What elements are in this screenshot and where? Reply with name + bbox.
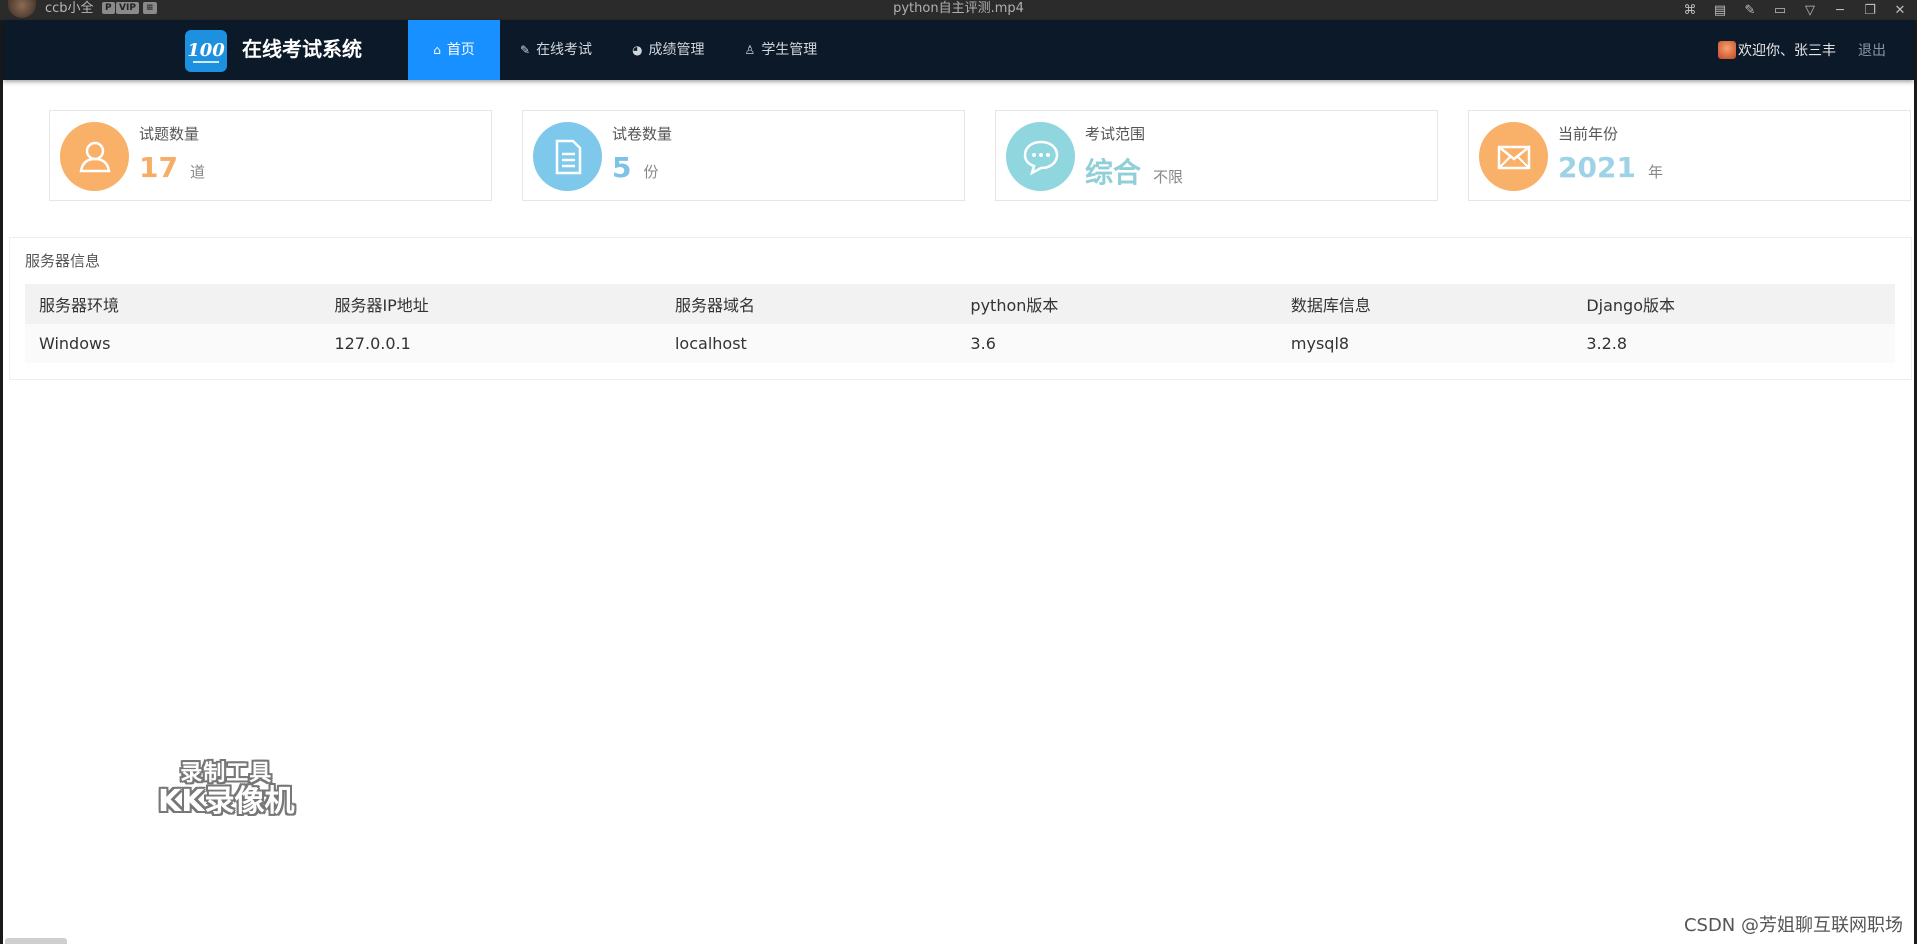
logout-link[interactable]: 退出 [1858, 40, 1886, 60]
stat-card-year: 当前年份 2021 年 [1468, 110, 1911, 201]
stat-card-scope: 考试范围 综合 不限 [995, 110, 1438, 201]
nav-item-students[interactable]: ♙ 学生管理 [725, 20, 838, 80]
stat-card-papers: 试卷数量 5 份 [522, 110, 965, 201]
brand-title: 在线考试系统 [242, 37, 362, 61]
gamepad-icon[interactable]: ⌘ [1683, 3, 1697, 18]
table-cell: localhost [660, 324, 957, 363]
edit-icon: ✎ [520, 43, 531, 57]
window-icon[interactable]: ▭ [1773, 3, 1787, 18]
minimize-icon[interactable]: ─ [1833, 3, 1847, 18]
nav-item-label: 首页 [446, 42, 475, 58]
user-icon: ♙ [744, 43, 756, 57]
panel-title: 服务器信息 [25, 252, 101, 270]
document-icon [533, 122, 602, 191]
dropdown-icon[interactable]: ▽ [1803, 3, 1817, 18]
table-cell: 3.2.8 [1572, 324, 1895, 363]
home-icon: ⌂ [433, 43, 441, 57]
stat-value: 2021 [1558, 151, 1636, 184]
watermark-line2: KK录像机 [158, 784, 295, 819]
stat-label: 当前年份 [1558, 125, 1619, 143]
player-controls: ⌘ ▤ ✎ ▭ ▽ ─ ❐ ✕ [1683, 0, 1907, 20]
stat-label: 试卷数量 [612, 125, 673, 143]
stat-label: 试题数量 [139, 125, 200, 143]
stat-value: 综合 [1085, 156, 1142, 189]
stat-value: 5 [612, 151, 632, 184]
table-cell: 127.0.0.1 [320, 324, 661, 363]
column-header: 服务器域名 [660, 284, 957, 324]
nav-item-grades[interactable]: ◕ 成绩管理 [612, 20, 724, 80]
recorder-watermark: 录制工具 KK录像机 [158, 763, 295, 817]
table-header-row: 服务器环境 服务器IP地址 服务器域名 python版本 数据库信息 Djang… [25, 284, 1895, 324]
table-row: Windows 127.0.0.1 localhost 3.6 mysql8 3… [25, 324, 1895, 363]
nav-item-label: 成绩管理 [648, 42, 705, 58]
greeting-text: 欢迎你、张三丰 [1738, 43, 1836, 59]
column-header: 服务器环境 [25, 284, 321, 324]
frame-left-border [0, 20, 3, 944]
close-icon[interactable]: ✕ [1893, 3, 1907, 18]
table-cell: Windows [25, 324, 321, 363]
watermark-line1: 录制工具 [180, 761, 273, 786]
nav-item-label: 在线考试 [536, 42, 593, 58]
top-navbar: 100 在线考试系统 ⌂ 首页 ✎ 在线考试 ◕ 成绩管理 ♙ 学生管理 欢迎你… [3, 20, 1914, 80]
column-header: python版本 [956, 284, 1277, 324]
video-title: python自主评测.mp4 [893, 1, 1024, 16]
csdn-watermark: CSDN @芳姐聊互联网职场 [1683, 915, 1903, 936]
column-header: 数据库信息 [1276, 284, 1573, 324]
stat-label: 考试范围 [1085, 125, 1146, 143]
table-cell: 3.6 [956, 324, 1277, 363]
nav-item-online-exam[interactable]: ✎ 在线考试 [500, 20, 612, 80]
avatar [1718, 41, 1736, 59]
user-area: 欢迎你、张三丰 退出 [1718, 20, 1886, 80]
stat-card-questions: 试题数量 17 道 [49, 110, 492, 201]
user-icon [60, 122, 129, 191]
main-nav: ⌂ 首页 ✎ 在线考试 ◕ 成绩管理 ♙ 学生管理 [408, 20, 837, 80]
chat-icon [1006, 122, 1075, 191]
stat-unit: 年 [1647, 163, 1663, 181]
user-greeting[interactable]: 欢迎你、张三丰 [1718, 40, 1836, 60]
chart-icon: ◕ [632, 43, 643, 57]
mail-icon [1479, 122, 1548, 191]
player-title-bar: ccb小全 P VIP ≡ python自主评测.mp4 ⌘ ▤ ✎ ▭ ▽ ─… [0, 0, 1917, 20]
stat-value: 17 [139, 151, 178, 184]
table-cell: mysql8 [1276, 324, 1573, 363]
stat-unit: 道 [189, 163, 205, 181]
stat-unit: 不限 [1153, 168, 1184, 186]
scrollbar-handle[interactable] [5, 938, 67, 944]
server-info-table: 服务器环境 服务器IP地址 服务器域名 python版本 数据库信息 Djang… [25, 284, 1895, 363]
nav-item-label: 学生管理 [761, 42, 818, 58]
server-info-panel: 服务器信息 服务器环境 服务器IP地址 服务器域名 python版本 数据库信息… [9, 237, 1912, 380]
restore-icon[interactable]: ❐ [1863, 3, 1877, 18]
column-header: 服务器IP地址 [320, 284, 661, 324]
pin-icon[interactable]: ✎ [1743, 3, 1757, 18]
column-header: Django版本 [1572, 284, 1895, 324]
stat-unit: 份 [643, 163, 659, 181]
logo-icon[interactable]: 100 [185, 30, 227, 72]
nav-item-home[interactable]: ⌂ 首页 [408, 20, 500, 80]
screen-icon[interactable]: ▤ [1713, 3, 1727, 18]
